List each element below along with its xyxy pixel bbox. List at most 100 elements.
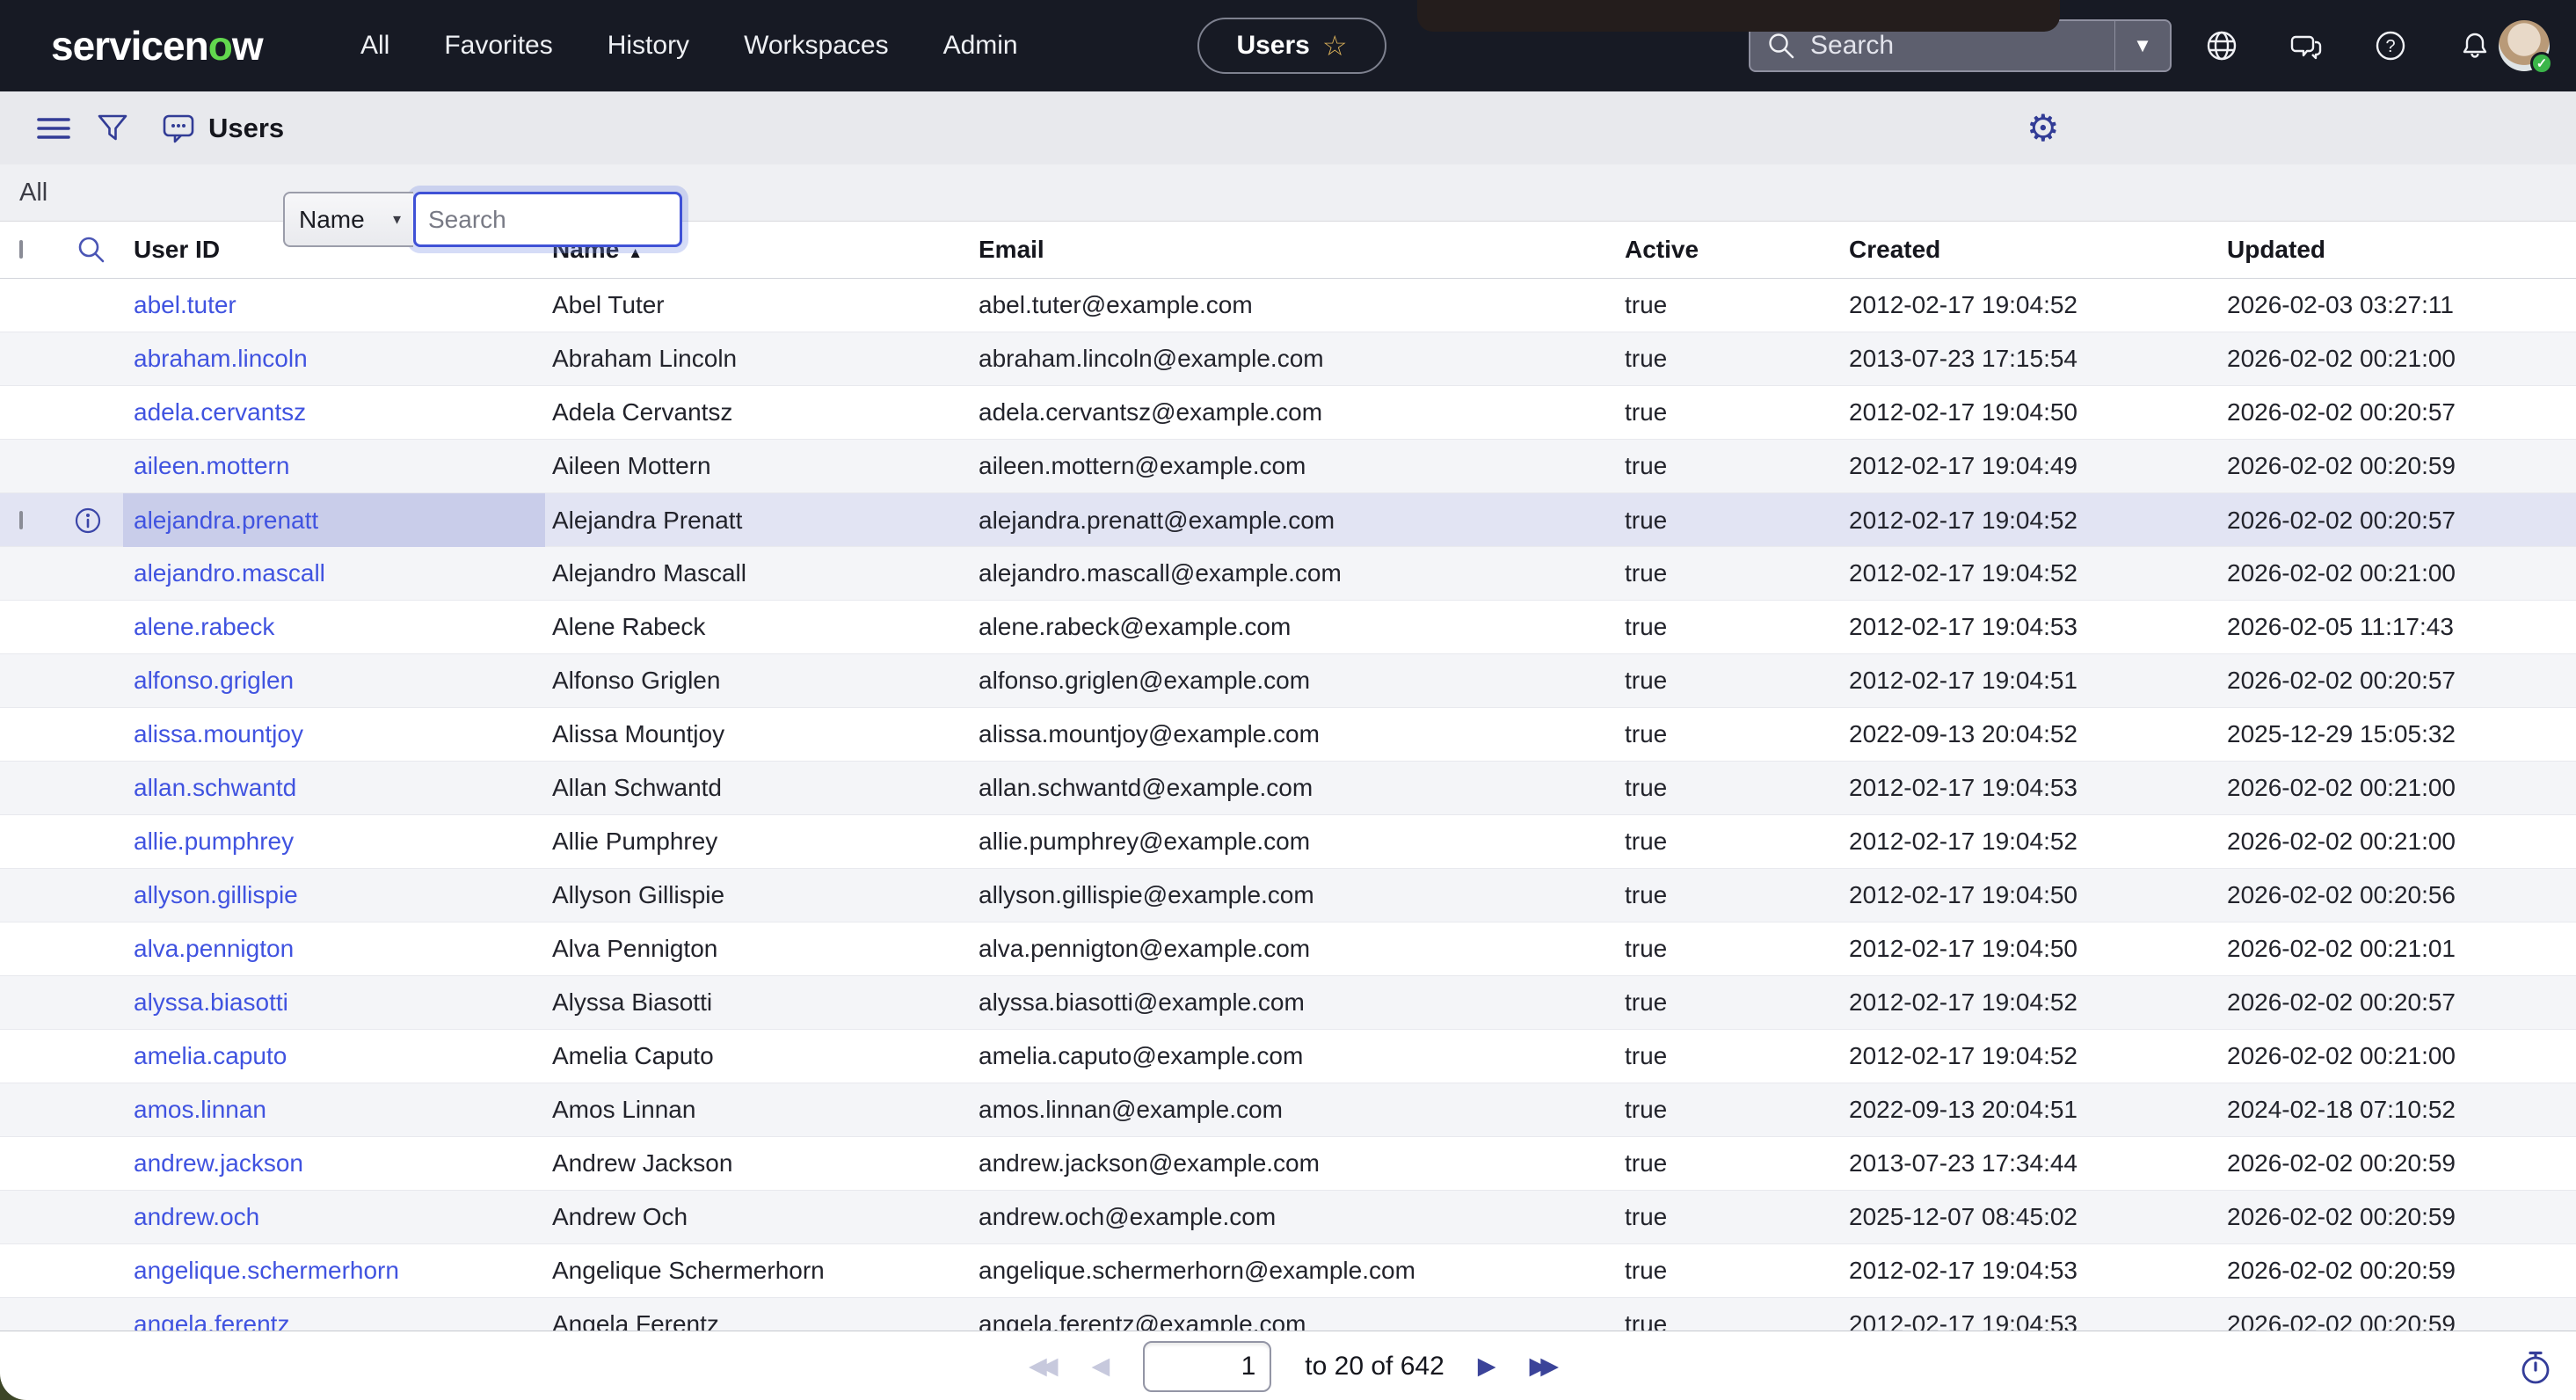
row-active: true [1618, 881, 1842, 909]
table-row[interactable]: angela.ferentz Angela Ferentz angela.fer… [0, 1298, 2576, 1331]
gear-icon[interactable]: ⚙ [2027, 91, 2060, 164]
row-active: true [1618, 1203, 1842, 1231]
nav-workspaces[interactable]: Workspaces [744, 31, 889, 61]
row-email: alfonso.griglen@example.com [971, 667, 1618, 695]
current-page-pill[interactable]: Users ☆ [1197, 18, 1386, 74]
first-page-button[interactable]: ◀◀ [1029, 1353, 1059, 1380]
row-checkbox[interactable] [19, 511, 23, 529]
row-email: alyssa.biasotti@example.com [971, 988, 1618, 1017]
row-user-id-link[interactable]: andrew.jackson [134, 1149, 303, 1177]
row-user-id-link[interactable]: angela.ferentz [134, 1310, 289, 1331]
table-row[interactable]: amos.linnan Amos Linnan amos.linnan@exam… [0, 1083, 2576, 1137]
table-row[interactable]: alene.rabeck Alene Rabeck alene.rabeck@e… [0, 601, 2576, 654]
info-icon[interactable] [74, 507, 123, 535]
row-updated: 2026-02-02 00:21:00 [2220, 345, 2576, 373]
table-row[interactable]: alissa.mountjoy Alissa Mountjoy alissa.m… [0, 708, 2576, 762]
column-search-icon[interactable] [76, 234, 123, 266]
table-row[interactable]: andrew.jackson Andrew Jackson andrew.jac… [0, 1137, 2576, 1191]
table-row[interactable]: alva.pennigton Alva Pennigton alva.penni… [0, 922, 2576, 976]
row-user-id-link[interactable]: abraham.lincoln [134, 345, 308, 372]
pagination: ◀◀ ◀ to 20 of 642 ▶ ▶▶ [1029, 1331, 1559, 1400]
row-user-id-link[interactable]: alfonso.griglen [134, 667, 294, 694]
row-active: true [1618, 1096, 1842, 1124]
row-active: true [1618, 613, 1842, 641]
table-row[interactable]: abraham.lincoln Abraham Lincoln abraham.… [0, 332, 2576, 386]
row-active: true [1618, 828, 1842, 856]
table-row[interactable]: abel.tuter Abel Tuter abel.tuter@example… [0, 279, 2576, 332]
nav-favorites[interactable]: Favorites [444, 31, 552, 61]
row-active: true [1618, 1310, 1842, 1331]
next-page-button[interactable]: ▶ [1478, 1353, 1496, 1380]
row-user-id-link[interactable]: allyson.gillispie [134, 881, 298, 908]
row-user-id-link[interactable]: abel.tuter [134, 291, 236, 318]
row-email: amos.linnan@example.com [971, 1096, 1618, 1124]
chat-icon[interactable] [2287, 26, 2325, 65]
row-updated: 2026-02-02 00:20:56 [2220, 881, 2576, 909]
row-user-id-link[interactable]: alyssa.biasotti [134, 988, 288, 1016]
table-body: abel.tuter Abel Tuter abel.tuter@example… [0, 279, 2576, 1331]
row-user-id-link[interactable]: amelia.caputo [134, 1042, 287, 1069]
column-header-email[interactable]: Email [971, 236, 1618, 264]
row-name: Aileen Mottern [545, 452, 971, 480]
table-row[interactable]: alyssa.biasotti Alyssa Biasotti alyssa.b… [0, 976, 2576, 1030]
row-updated: 2026-02-02 00:20:57 [2220, 667, 2576, 695]
row-user-id-link[interactable]: alissa.mountjoy [134, 720, 303, 747]
row-user-id-link[interactable]: alene.rabeck [134, 613, 274, 640]
comment-icon[interactable] [158, 91, 199, 164]
column-header-created[interactable]: Created [1842, 236, 2220, 264]
row-user-id-link[interactable]: aileen.mottern [134, 452, 289, 479]
breadcrumb[interactable]: All [19, 179, 47, 208]
response-time-icon[interactable] [2516, 1331, 2555, 1400]
table-row[interactable]: amelia.caputo Amelia Caputo amelia.caput… [0, 1030, 2576, 1083]
servicenow-logo[interactable]: servicenow [51, 0, 263, 91]
table-row[interactable]: alejandro.mascall Alejandro Mascall alej… [0, 547, 2576, 601]
row-user-id-link[interactable]: allan.schwantd [134, 774, 296, 801]
avatar[interactable]: ✓ [2499, 20, 2550, 71]
table-row[interactable]: allyson.gillispie Allyson Gillispie ally… [0, 869, 2576, 922]
row-user-id-link[interactable]: amos.linnan [134, 1096, 266, 1123]
table-row[interactable]: allan.schwantd Allan Schwantd allan.schw… [0, 762, 2576, 815]
row-user-id-link[interactable]: angelique.schermerhorn [134, 1257, 399, 1284]
bell-icon[interactable] [2456, 26, 2494, 65]
row-active: true [1618, 507, 1842, 535]
select-all-checkbox[interactable] [19, 240, 23, 259]
column-header-updated[interactable]: Updated [2220, 236, 2576, 264]
list-menu-icon[interactable] [35, 91, 72, 164]
nav-all[interactable]: All [360, 31, 389, 61]
search-column-select[interactable]: Name ▾ [283, 192, 413, 247]
row-user-id-link[interactable]: alejandro.mascall [134, 559, 325, 587]
column-header-active[interactable]: Active [1618, 236, 1842, 264]
filter-icon[interactable] [93, 91, 132, 164]
table-row[interactable]: alejandra.prenatt Alejandra Prenatt alej… [0, 493, 2576, 547]
global-search-input[interactable] [1810, 31, 2114, 61]
table-row[interactable]: allie.pumphrey Allie Pumphrey allie.pump… [0, 815, 2576, 869]
row-name: Alfonso Griglen [545, 667, 971, 695]
row-user-id-link[interactable]: alva.pennigton [134, 935, 294, 962]
page-number-input[interactable] [1143, 1341, 1271, 1392]
row-name: Alene Rabeck [545, 613, 971, 641]
table-row[interactable]: andrew.och Andrew Och andrew.och@example… [0, 1191, 2576, 1244]
row-user-id-link[interactable]: allie.pumphrey [134, 828, 294, 855]
row-created: 2012-02-17 19:04:50 [1842, 398, 2220, 427]
table-row[interactable]: adela.cervantsz Adela Cervantsz adela.ce… [0, 386, 2576, 440]
table-row[interactable]: aileen.mottern Aileen Mottern aileen.mot… [0, 440, 2576, 493]
row-user-id-link[interactable]: adela.cervantsz [134, 398, 306, 426]
row-active: true [1618, 345, 1842, 373]
nav-history[interactable]: History [608, 31, 689, 61]
help-icon[interactable]: ? [2371, 26, 2410, 65]
search-scope-dropdown[interactable]: ▼ [2115, 34, 2170, 57]
row-created: 2012-02-17 19:04:52 [1842, 988, 2220, 1017]
row-email: alejandro.mascall@example.com [971, 559, 1618, 587]
row-user-id-link[interactable]: andrew.och [134, 1203, 259, 1230]
row-user-id-link[interactable]: alejandra.prenatt [134, 507, 318, 535]
row-updated: 2026-02-02 00:21:00 [2220, 1042, 2576, 1070]
prev-page-button[interactable]: ◀ [1092, 1353, 1110, 1380]
table-row[interactable]: alfonso.griglen Alfonso Griglen alfonso.… [0, 654, 2576, 708]
list-search-input[interactable] [416, 194, 680, 244]
nav-admin[interactable]: Admin [943, 31, 1018, 61]
row-name: Alejandro Mascall [545, 559, 971, 587]
favorite-star-icon[interactable]: ☆ [1322, 29, 1348, 62]
globe-icon[interactable] [2202, 26, 2241, 65]
last-page-button[interactable]: ▶▶ [1530, 1353, 1560, 1380]
table-row[interactable]: angelique.schermerhorn Angelique Scherme… [0, 1244, 2576, 1298]
